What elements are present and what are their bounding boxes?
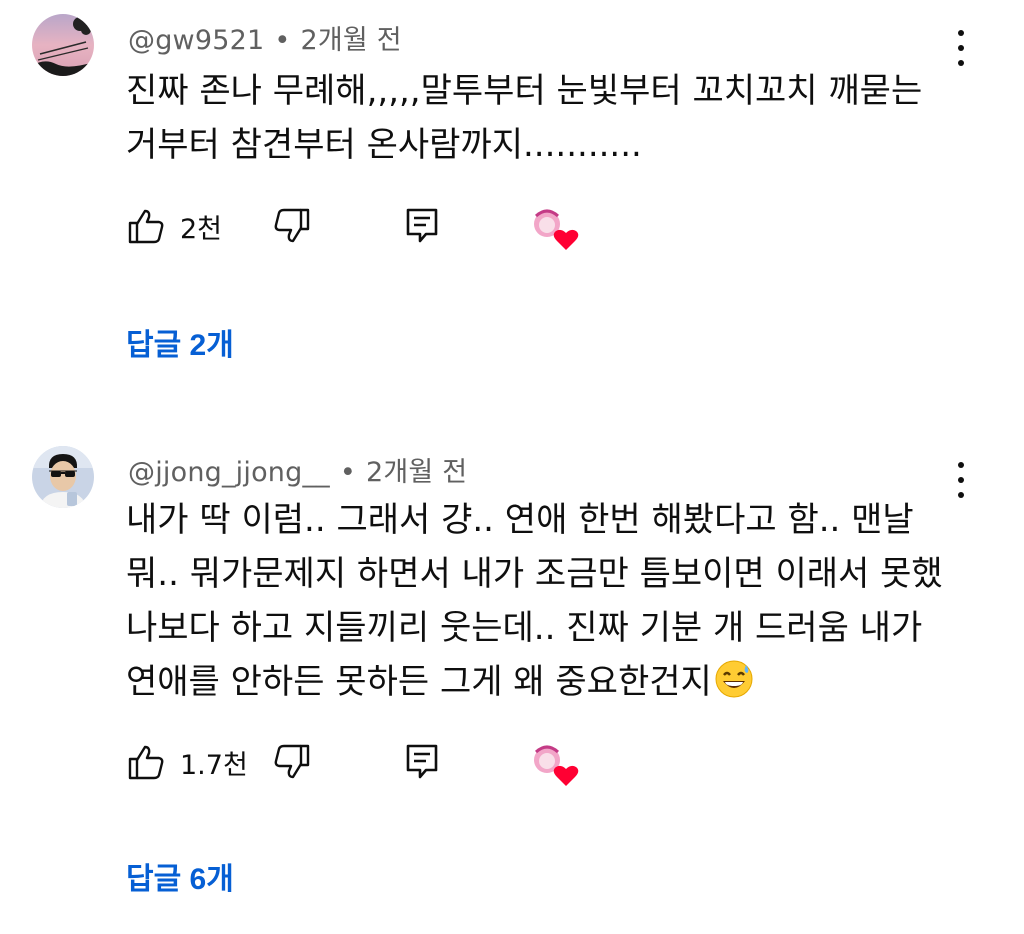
like-button[interactable]: 1.7천 bbox=[126, 742, 248, 782]
comment-text-line: 뭐.. 뭐가문제지 하면서 내가 조금만 틈보이면 이래서 못했 bbox=[126, 554, 943, 594]
comment-text-segment: 연애를 안하든 못하든 그게 왜 중요한건지 bbox=[126, 662, 712, 702]
comment-actions: 1.7천 bbox=[126, 742, 626, 786]
comment-item: @jjong_jjong__ • 2개월 전 내가 딱 이럼.. 그래서 걍.. 연… bbox=[0, 0, 1024, 934]
comment-text: 내가 딱 이럼.. 그래서 걍.. 연애 한번 해봤다고 함.. 맨날 뭐.. … bbox=[126, 493, 986, 709]
more-dot bbox=[958, 462, 964, 468]
comment-text-line: 나보다 하고 지들끼리 웃는데.. 진짜 기분 개 드러움 내가 bbox=[126, 608, 923, 648]
view-replies-link[interactable]: 답글 6개 bbox=[126, 854, 234, 898]
comment-time: 2개월 전 bbox=[366, 457, 468, 488]
separator-dot: • bbox=[339, 457, 356, 488]
comment-text-line: 내가 딱 이럼.. 그래서 걍.. 연애 한번 해봤다고 함.. 맨날 bbox=[126, 500, 914, 540]
thumbs-up-icon bbox=[128, 745, 164, 780]
thumbs-down-icon bbox=[274, 744, 310, 779]
creator-heart-icon bbox=[530, 742, 580, 788]
reply-button[interactable] bbox=[404, 742, 440, 782]
comment-author[interactable]: @jjong_jjong__ bbox=[128, 457, 330, 488]
dislike-button[interactable] bbox=[272, 742, 312, 782]
reply-comment-icon bbox=[406, 744, 438, 779]
like-count: 1.7천 bbox=[180, 749, 248, 781]
grinning-face-with-sweat-emoji bbox=[714, 659, 754, 715]
comment-text-line: 연애를 안하든 못하든 그게 왜 중요한건지 bbox=[126, 655, 986, 709]
person-with-sunglasses-avatar bbox=[32, 446, 94, 508]
more-dot bbox=[958, 477, 964, 483]
avatar[interactable] bbox=[32, 446, 94, 508]
comment-meta: @jjong_jjong__ • 2개월 전 bbox=[128, 450, 467, 489]
